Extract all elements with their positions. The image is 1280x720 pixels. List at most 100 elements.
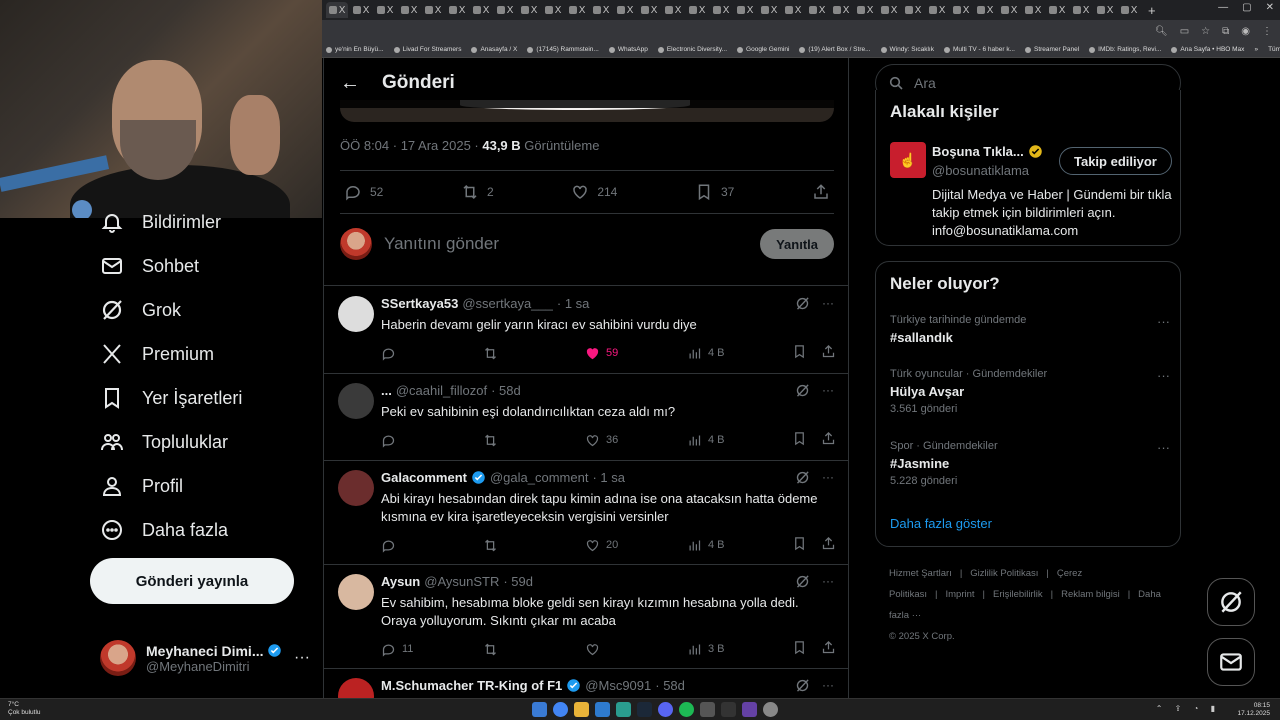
trend-more-icon[interactable]: ···: [1157, 314, 1170, 329]
folder-icon[interactable]: [574, 702, 589, 717]
grok-icon[interactable]: [795, 470, 810, 485]
related-account-avatar[interactable]: ☝: [890, 142, 926, 178]
like-button[interactable]: 59: [585, 346, 687, 361]
cast-icon[interactable]: ▭: [1180, 26, 1189, 37]
repost-count-button[interactable]: 2: [461, 183, 494, 201]
reply-tweet[interactable]: SSertkaya53 @ssertkaya___ · 1 sa ··· Haberin…: [324, 286, 848, 373]
all-bookmarks-button[interactable]: Tüm Yer İşaretleri: [1268, 46, 1280, 53]
share-button[interactable]: [821, 344, 836, 362]
browser-tab[interactable]: X: [902, 2, 924, 18]
nav-item-bookmarks[interactable]: Yer İşaretleri: [100, 386, 242, 410]
avatar[interactable]: [338, 678, 374, 698]
obs-icon[interactable]: [763, 702, 778, 717]
discord-icon[interactable]: [658, 702, 673, 717]
avatar[interactable]: [338, 470, 374, 506]
browser-tab[interactable]: X: [878, 2, 900, 18]
browser-tab[interactable]: X: [446, 2, 468, 18]
browser-tab[interactable]: X: [1070, 2, 1092, 18]
share-button[interactable]: [821, 431, 836, 449]
bookmark-button[interactable]: [792, 536, 807, 554]
post-button[interactable]: Gönderi yayınla: [90, 558, 294, 604]
spotify-icon[interactable]: [679, 702, 694, 717]
tweet-more-icon[interactable]: ···: [822, 678, 834, 693]
browser-tab[interactable]: X: [638, 2, 660, 18]
tweet-more-icon[interactable]: ···: [822, 296, 834, 311]
reply-tweet[interactable]: ... @caahil_fillozof · 58d ··· Peki ev sahib…: [324, 373, 848, 460]
app-icon[interactable]: [700, 702, 715, 717]
browser-tab[interactable]: X: [710, 2, 732, 18]
tweet-author-handle[interactable]: @AysunSTR: [424, 574, 499, 589]
tweet-author-name[interactable]: ...: [381, 383, 392, 398]
repost-button[interactable]: [483, 538, 585, 553]
browser-tab[interactable]: X: [1118, 2, 1140, 18]
share-button[interactable]: [821, 640, 836, 658]
nav-item-premium[interactable]: Premium: [100, 342, 214, 366]
avatar[interactable]: [338, 574, 374, 610]
bookmark-item[interactable]: Streamer Panel: [1024, 46, 1079, 53]
search-input[interactable]: Ara: [914, 75, 936, 91]
browser-tab[interactable]: X: [686, 2, 708, 18]
browser-tab[interactable]: X: [374, 2, 396, 18]
browser-tab[interactable]: X: [758, 2, 780, 18]
browser-tab[interactable]: X: [782, 2, 804, 18]
bookmark-count-button[interactable]: 37: [695, 183, 734, 201]
browser-tab[interactable]: X: [830, 2, 852, 18]
tweet-author-handle[interactable]: @ssertkaya___: [462, 296, 553, 311]
nav-item-grok[interactable]: Grok: [100, 298, 181, 322]
reply-button[interactable]: [381, 538, 483, 553]
trend-more-icon[interactable]: ···: [1157, 440, 1170, 455]
following-button[interactable]: Takip ediliyor: [1059, 147, 1172, 175]
maximize-icon[interactable]: ▢: [1242, 2, 1251, 13]
zoom-icon[interactable]: 🔍︎: [1155, 26, 1168, 37]
views-button[interactable]: 3 B: [687, 642, 789, 657]
avatar[interactable]: [338, 296, 374, 332]
nav-item-notifications[interactable]: Bildirimler: [100, 210, 221, 234]
star-icon[interactable]: ☆: [1201, 26, 1210, 37]
browser-tab[interactable]: X: [326, 2, 348, 18]
reply-button[interactable]: 11: [381, 642, 483, 657]
repost-button[interactable]: [483, 642, 585, 657]
trend-item[interactable]: Türkiye tarihinde gündemde #sallandık ···: [890, 314, 1170, 345]
tweet-time[interactable]: · 58d: [491, 383, 521, 398]
bookmark-item[interactable]: Electronic Diversity...: [657, 46, 727, 53]
browser-tab[interactable]: X: [494, 2, 516, 18]
grok-icon[interactable]: [795, 678, 810, 693]
bookmark-item[interactable]: Multi TV - 6 haber k...: [943, 46, 1015, 53]
bookmark-item[interactable]: WhatsApp: [608, 46, 648, 53]
bookmark-item[interactable]: IMDb: Ratings, Revi...: [1089, 46, 1161, 53]
browser-tab[interactable]: X: [926, 2, 948, 18]
account-more-icon[interactable]: ···: [294, 649, 310, 667]
browser-tab[interactable]: X: [566, 2, 588, 18]
browser-menu-icon[interactable]: ⋮: [1262, 26, 1272, 37]
tweet-more-icon[interactable]: ···: [822, 470, 834, 485]
bookmark-button[interactable]: [792, 640, 807, 658]
tweet-author-name[interactable]: Galacomment: [381, 470, 467, 485]
trend-item[interactable]: Spor · Gündemdekiler #Jasmine 5.228 gönder…: [890, 440, 1170, 487]
footer-link[interactable]: Gizlilik Politikası: [970, 568, 1038, 579]
browser-tab[interactable]: X: [1022, 2, 1044, 18]
browser-tab[interactable]: X: [590, 2, 612, 18]
browser-tab[interactable]: X: [806, 2, 828, 18]
related-account-name-row[interactable]: Boşuna Tıkla...: [932, 144, 1043, 159]
steam-icon[interactable]: [637, 702, 652, 717]
tweet-time[interactable]: · 1 sa: [592, 470, 625, 485]
post-timestamp[interactable]: ÖÖ 8:04 · 17 Ara 2025 ·: [340, 138, 482, 153]
back-arrow-icon[interactable]: ←: [340, 72, 360, 95]
photos-icon[interactable]: [595, 702, 610, 717]
twitch-icon[interactable]: [742, 702, 757, 717]
reply-input[interactable]: Yanıtını gönder: [384, 234, 748, 254]
system-tray[interactable]: ⌃ ⇪ ◔ ▮: [1156, 704, 1220, 713]
browser-tab[interactable]: X: [974, 2, 996, 18]
nav-item-profile[interactable]: Profil: [100, 474, 183, 498]
views-button[interactable]: 4 B: [687, 433, 789, 448]
tweet-author-name[interactable]: Aysun: [381, 574, 420, 589]
views-button[interactable]: 4 B: [687, 538, 789, 553]
bookmark-item[interactable]: Ana Sayfa • HBO Max: [1171, 46, 1244, 53]
trend-more-icon[interactable]: ···: [1157, 368, 1170, 383]
bookmark-item[interactable]: Windy: Sıcaklık: [880, 46, 934, 53]
start-icon[interactable]: [532, 702, 547, 717]
tweet-more-icon[interactable]: ···: [822, 574, 834, 589]
like-count-button[interactable]: 214: [571, 183, 617, 201]
profile-icon[interactable]: ◉: [1241, 26, 1250, 37]
app-icon[interactable]: [616, 702, 631, 717]
